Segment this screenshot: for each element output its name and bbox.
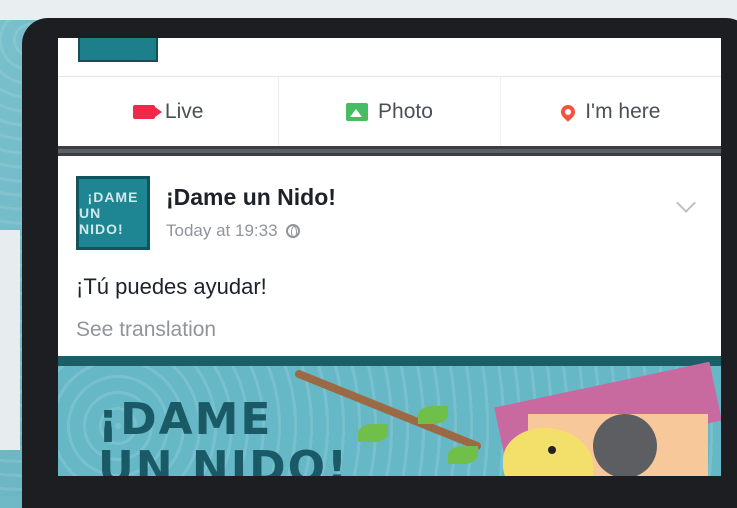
post-image-artwork: ¡DAME UN NIDO!	[58, 361, 721, 477]
leaf-illustration	[418, 406, 448, 424]
image-title-line2: UN NIDO!	[98, 442, 350, 477]
photo-button[interactable]: Photo	[279, 77, 501, 147]
avatar-text-line2: UN NIDO!	[79, 205, 124, 237]
birdhouse-hole	[593, 414, 657, 476]
leaf-illustration	[358, 424, 388, 442]
page-name-link[interactable]: ¡Dame un Nido!	[166, 184, 336, 211]
see-translation-link[interactable]: See translation	[76, 318, 216, 342]
live-label: Live	[164, 100, 204, 123]
background-gap	[0, 230, 20, 450]
photo-icon	[346, 103, 369, 121]
post-timestamp: Today at 19:33	[166, 221, 300, 241]
feed-separator	[58, 146, 721, 156]
timestamp-text[interactable]: Today at 19:33	[166, 221, 278, 241]
previous-post-thumbnail	[78, 38, 158, 62]
background-strip	[0, 0, 737, 20]
post-text: ¡Tú puedes ayudar!	[76, 274, 267, 299]
composer-action-bar: Live Photo I'm here	[58, 76, 721, 147]
location-pin-icon	[558, 102, 579, 122]
image-title: ¡DAME UN NIDO!	[98, 394, 350, 477]
post-card: ¡DAME UN NIDO! ¡Dame un Nido! Today at 1…	[58, 156, 721, 476]
live-button[interactable]: Live	[58, 77, 280, 147]
globe-icon	[285, 224, 300, 238]
post-image[interactable]: ¡DAME UN NIDO!	[58, 356, 721, 476]
laptop-screen: Live Photo I'm here ¡DAME UN NIDO! ¡Dame…	[58, 38, 721, 476]
page-avatar[interactable]: ¡DAME UN NIDO!	[76, 176, 150, 250]
video-camera-icon	[132, 105, 162, 119]
im-here-label: I'm here	[585, 100, 661, 123]
chevron-down-icon[interactable]	[676, 193, 696, 213]
photo-label: Photo	[378, 100, 433, 123]
composer-card: Live Photo I'm here	[58, 38, 721, 148]
im-here-button[interactable]: I'm here	[501, 77, 721, 147]
avatar-text-line1: ¡DAME	[87, 189, 139, 205]
image-title-line1: ¡DAME	[98, 394, 273, 445]
leaf-illustration	[448, 446, 478, 464]
bird-eye	[548, 446, 556, 454]
